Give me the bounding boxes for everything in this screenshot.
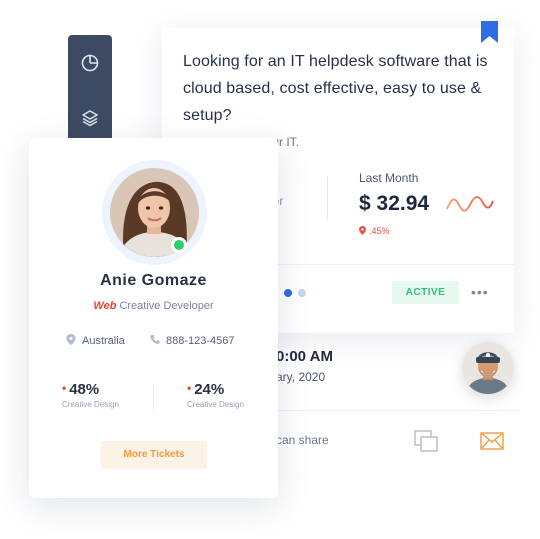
ticket-question: Looking for an IT helpdesk software that… [183, 53, 488, 124]
stat-item: 48% Creative Design [62, 381, 132, 409]
phone-text: 888-123-4567 [166, 335, 235, 347]
carousel-dot-active[interactable] [284, 289, 292, 297]
profile-name: Anie Gomaze [100, 272, 207, 289]
divider [327, 176, 328, 220]
copy-icon[interactable] [414, 430, 439, 453]
role-text: Creative Developer [119, 300, 214, 312]
schedule-date: ary, 2020 [276, 370, 326, 384]
map-pin-icon [66, 334, 76, 345]
divider [276, 410, 520, 411]
stat-item: 24% Creative Design [187, 381, 257, 409]
share-text: can share [276, 433, 329, 447]
user-avatar[interactable] [462, 342, 514, 394]
last-month-value: $ 32.94 [359, 192, 430, 215]
profile-phone: 888-123-4567 [150, 334, 235, 347]
status-badge: ACTIVE [392, 281, 459, 304]
last-month-label: Last Month [359, 171, 419, 185]
bookmark-icon[interactable] [481, 21, 498, 43]
stat-value: 24% [187, 381, 257, 398]
layers-icon[interactable] [80, 108, 100, 128]
change-indicator: .45% [359, 226, 390, 236]
carousel-dot[interactable] [298, 289, 306, 297]
more-options-icon[interactable]: ••• [471, 282, 493, 302]
more-tickets-button[interactable]: More Tickets [101, 441, 207, 469]
change-value: .45% [369, 226, 390, 236]
stat-label: Creative Design [62, 400, 119, 409]
stat-label: Creative Design [187, 400, 244, 409]
trend-sparkline [446, 196, 494, 212]
mail-icon[interactable] [480, 432, 504, 450]
schedule-time: 0:00 AM [276, 348, 333, 365]
pie-chart-icon[interactable] [80, 53, 100, 73]
online-status-indicator [171, 237, 187, 253]
location-pin-icon [359, 226, 366, 235]
stat-value: 48% [62, 381, 132, 398]
divider [153, 383, 154, 413]
sidebar [68, 35, 112, 155]
role-highlight: Web [93, 300, 117, 312]
phone-icon [150, 334, 160, 345]
location-text: Australia [82, 335, 125, 347]
profile-role: Web Creative Developer [29, 300, 278, 312]
profile-location: Australia [66, 334, 125, 347]
